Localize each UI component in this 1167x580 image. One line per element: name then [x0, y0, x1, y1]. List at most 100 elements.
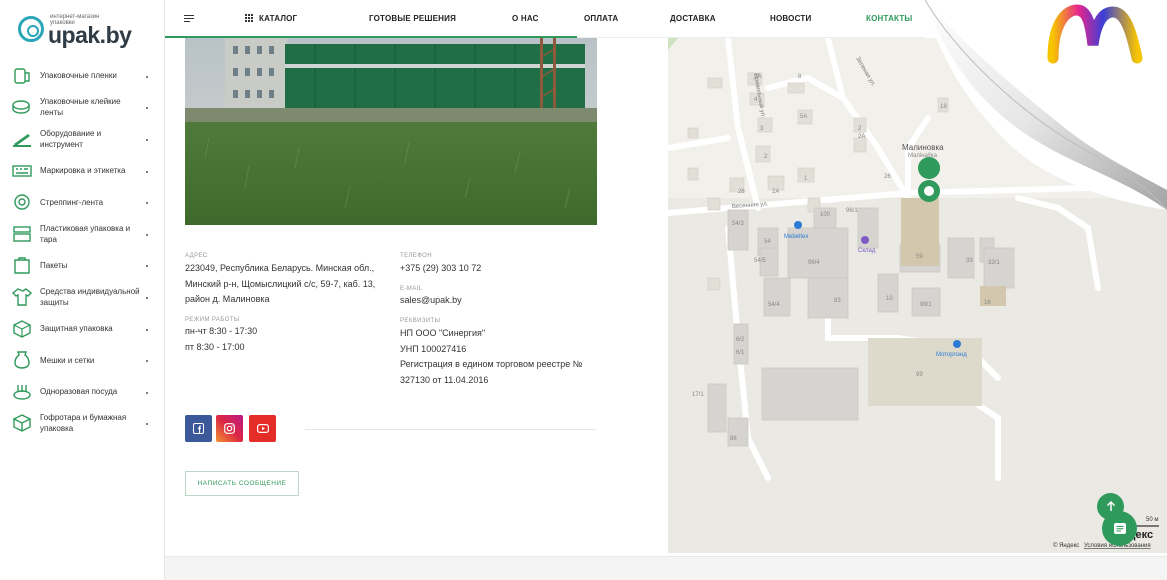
- nav-about[interactable]: О НАС: [512, 14, 539, 23]
- nav-catalog[interactable]: КАТАЛОГ: [259, 14, 297, 23]
- map-poi-label: Моторлэнд: [936, 352, 967, 358]
- nav-delivery[interactable]: ДОСТАВКА: [670, 14, 716, 23]
- map-house-number: 2А: [858, 134, 865, 140]
- sack-icon: [12, 351, 32, 369]
- sidebar-item-label: Одноразовая посуда: [40, 387, 118, 397]
- sidebar-item[interactable]: Пластиковая упаковка и тара: [0, 218, 165, 250]
- nav-solutions[interactable]: ГОТОВЫЕ РЕШЕНИЯ: [369, 14, 456, 23]
- building-photo: [185, 38, 597, 225]
- map-house-number: 59: [916, 254, 923, 260]
- film-roll-icon: [12, 67, 32, 85]
- map-copyright: © Яндекс: [1053, 542, 1079, 549]
- sidebar-item[interactable]: Защитная упаковка: [0, 313, 165, 345]
- tool-icon: [12, 130, 32, 148]
- sidebar-item-label: Гофротара и бумажная упаковка: [40, 413, 127, 434]
- strapping-icon: [12, 193, 32, 211]
- chat-button[interactable]: [1102, 511, 1137, 546]
- top-navigation: КАТАЛОГ ГОТОВЫЕ РЕШЕНИЯ О НАС ОПЛАТА ДОС…: [165, 0, 925, 38]
- cardboard-box-icon: [12, 414, 32, 433]
- tape-roll-icon: [12, 98, 32, 116]
- submenu-indicator-icon: [146, 170, 148, 173]
- logo-brand: upak.by: [48, 22, 132, 48]
- bag-icon: [12, 256, 32, 275]
- hours-text: пн-чт 8:30 - 17:30 пт 8:30 - 17:00: [185, 324, 257, 355]
- phone-label: ТЕЛЕФОН: [400, 253, 432, 259]
- social-divider: [305, 429, 596, 430]
- container-icon: [12, 225, 32, 243]
- map-house-number: 2А: [772, 189, 779, 195]
- map-poi-label: Склад: [858, 248, 876, 254]
- youtube-button[interactable]: [249, 415, 276, 442]
- sidebar-item[interactable]: Одноразовая посуда: [0, 376, 165, 408]
- address-line: район д. Малиновка: [185, 294, 270, 304]
- submenu-indicator-icon: [146, 296, 148, 299]
- map-house-number: 96/4: [808, 260, 820, 266]
- sidebar: интернет-магазин упаковки upak.by Упаков…: [0, 0, 165, 580]
- youtube-icon: [256, 424, 269, 433]
- sidebar-item-label: Оборудование и инструмент: [40, 128, 102, 149]
- map-house-number: 83: [834, 298, 841, 304]
- map-house-number: 96/1: [846, 208, 858, 214]
- map-poi-label: Mebeltex: [784, 234, 808, 240]
- arrow-up-icon: [1106, 501, 1115, 511]
- address-line: 223049, Республика Беларусь. Минская обл…: [185, 263, 375, 273]
- map-house-number: 33/1: [988, 260, 1000, 266]
- hours-label: РЕЖИМ РАБОТЫ: [185, 317, 240, 323]
- sidebar-item[interactable]: Мешки и сетки: [0, 344, 165, 376]
- poi-furniture-icon[interactable]: [794, 221, 802, 229]
- sidebar-item[interactable]: Средства индивидуальной защиты: [0, 281, 165, 313]
- menu-icon[interactable]: [184, 15, 194, 23]
- hours-line: пт 8:30 - 17:00: [185, 341, 245, 352]
- requisites-line: Регистрация в едином торговом реестре №: [400, 359, 583, 369]
- email-label: E-MAIL: [400, 286, 423, 292]
- sidebar-item[interactable]: Стреппинг-лента: [0, 186, 165, 218]
- tableware-icon: [12, 383, 32, 401]
- sidebar-item[interactable]: Упаковочные пленки: [0, 60, 165, 92]
- sidebar-item-label: Упаковочные пленки: [40, 71, 117, 81]
- map-house-number: 16: [984, 300, 991, 306]
- catalog-grid-icon: [245, 14, 253, 22]
- chat-icon: [1113, 522, 1126, 534]
- requisites-text: НП ООО "Синергия" УНП 100027416 Регистра…: [400, 326, 600, 388]
- sidebar-item[interactable]: Оборудование и инструмент: [0, 123, 165, 155]
- requisites-line: УНП 100027416: [400, 343, 467, 354]
- sidebar-item[interactable]: Упаковочные клейкие ленты: [0, 92, 165, 124]
- sidebar-item-label: Стреппинг-лента: [40, 197, 104, 207]
- facebook-icon: [193, 423, 204, 434]
- submenu-indicator-icon: [146, 391, 148, 394]
- logo[interactable]: интернет-магазин упаковки upak.by: [18, 12, 148, 48]
- email-link[interactable]: sales@upak.by: [400, 293, 462, 309]
- nav-payment[interactable]: ОПЛАТА: [584, 14, 618, 23]
- map-house-number: 26: [884, 174, 891, 180]
- map-house-number: 17/1: [692, 392, 704, 398]
- nav-news[interactable]: НОВОСТИ: [770, 14, 811, 23]
- sidebar-item[interactable]: Гофротара и бумажная упаковка: [0, 408, 165, 440]
- sidebar-item-label: Средства индивидуальной защиты: [40, 286, 140, 307]
- map-house-number: 86: [730, 436, 737, 442]
- page-curl-banner[interactable]: [924, 0, 1167, 211]
- instagram-button[interactable]: [216, 415, 243, 442]
- requisites-line: 327130 от 11.04.2016: [400, 374, 489, 385]
- poi-car-icon[interactable]: [953, 340, 961, 348]
- sidebar-item[interactable]: Пакеты: [0, 250, 165, 282]
- map-house-number: 54/5: [754, 258, 766, 264]
- phone-link[interactable]: +375 (29) 303 10 72: [400, 261, 481, 277]
- map-house-number: 6/2: [736, 337, 745, 343]
- category-list: Упаковочные пленки Упаковочные клейкие ле…: [0, 60, 165, 439]
- map-house-number: 54/4: [768, 302, 780, 308]
- sidebar-item[interactable]: Маркировка и этикетка: [0, 155, 165, 187]
- write-message-button[interactable]: НАПИСАТЬ СООБЩЕНИЕ: [185, 471, 299, 496]
- map-scale: 50 м: [1146, 517, 1158, 523]
- sidebar-item-label: Маркировка и этикетка: [40, 166, 126, 176]
- facebook-button[interactable]: [185, 415, 212, 442]
- nav-contacts[interactable]: КОНТАКТЫ: [866, 14, 912, 23]
- submenu-indicator-icon: [146, 75, 148, 78]
- protective-clothing-icon: [11, 288, 33, 306]
- sidebar-item-label: Пластиковая упаковка и тара: [40, 223, 131, 244]
- map-house-number: 54: [764, 239, 771, 245]
- requisites-line: НП ООО "Синергия": [400, 328, 486, 338]
- map-house-number: 100: [820, 212, 831, 218]
- map-house-number: 33: [966, 258, 973, 264]
- poi-warehouse-icon[interactable]: [861, 236, 869, 244]
- sidebar-item-label: Упаковочные клейкие ленты: [40, 97, 121, 118]
